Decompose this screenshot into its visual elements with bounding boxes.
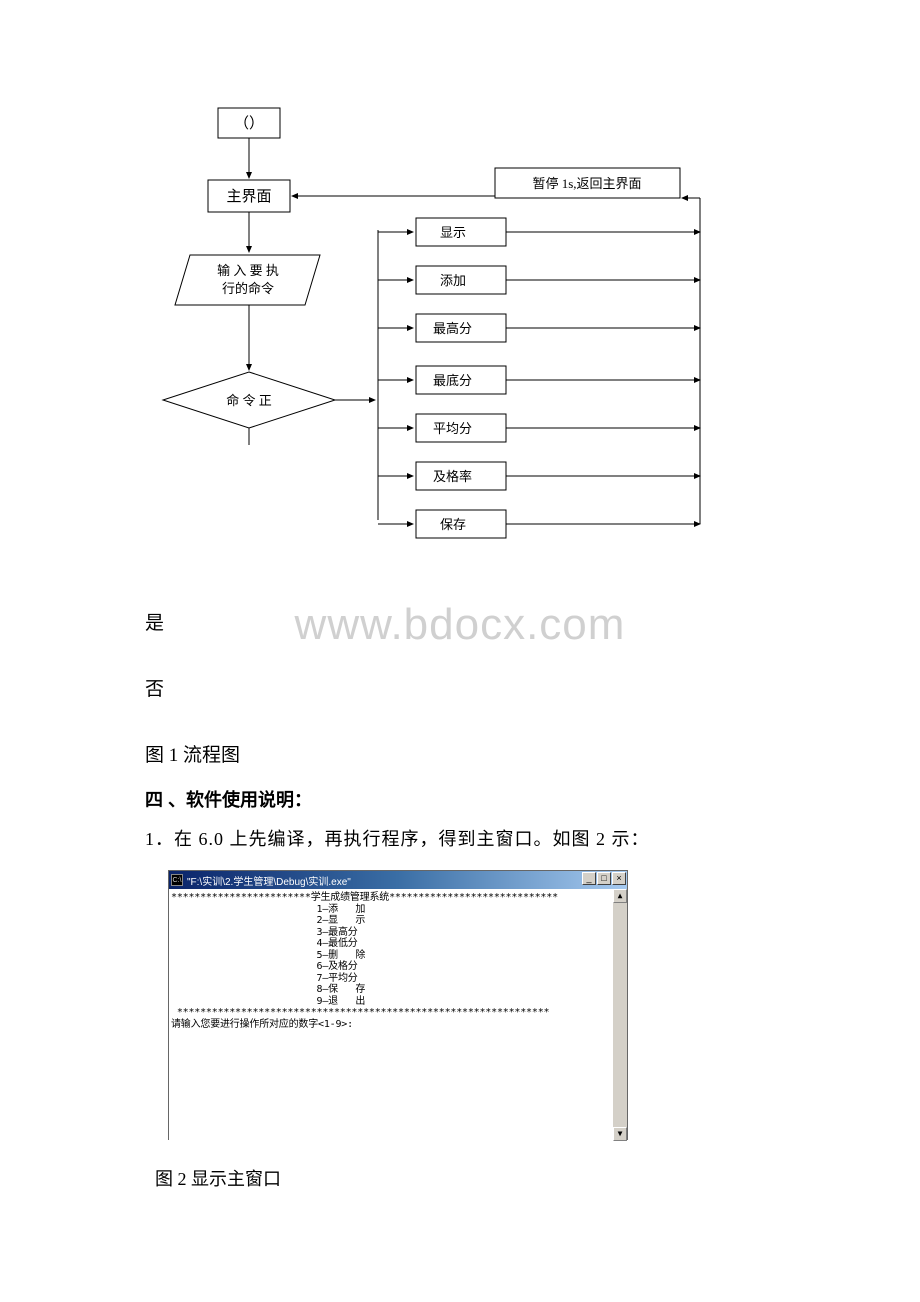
label-yes: 是: [145, 608, 164, 635]
console-menu-5: 6—及格分: [171, 961, 625, 973]
minimize-button[interactable]: _: [582, 872, 596, 885]
console-titlebar: C:\ "F:\实训\2.学生管理\Debug\实训.exe" _ □ ×: [169, 871, 627, 889]
close-button[interactable]: ×: [612, 872, 626, 885]
window-buttons: _ □ ×: [581, 872, 626, 885]
scroll-up-button[interactable]: ▲: [613, 889, 627, 903]
console-menu-7: 8—保 存: [171, 984, 625, 996]
console-prompt: 请输入您要进行操作所对应的数字<1-9>:: [171, 1019, 625, 1031]
flow-action-5: 及格率: [433, 469, 472, 484]
flow-decision: 命 令 正: [226, 393, 272, 408]
console-menu-6: 7—平均分: [171, 973, 625, 985]
flow-action-3: 最底分: [433, 373, 472, 388]
maximize-button[interactable]: □: [597, 872, 611, 885]
console-menu-3: 4—最低分: [171, 938, 625, 950]
console-divider: ****************************************…: [171, 1007, 625, 1019]
flow-action-4: 平均分: [433, 421, 472, 436]
console-menu-1: 2—显 示: [171, 915, 625, 927]
flow-start: （）: [234, 115, 264, 132]
scrollbar-vertical[interactable]: ▲ ▼: [613, 889, 627, 1141]
console-title: "F:\实训\2.学生管理\Debug\实训.exe": [187, 873, 351, 888]
flowchart-diagram: （） 主界面 输 入 要 执 行的命令 命 令 正 暂停 1s,返回主界面 显示: [160, 100, 760, 560]
scroll-track[interactable]: [613, 903, 627, 1127]
flow-input-line1: 输 入 要 执: [217, 263, 279, 278]
console-menu-8: 9—退 出: [171, 996, 625, 1008]
scroll-down-button[interactable]: ▼: [613, 1127, 627, 1141]
console-menu-4: 5—删 除: [171, 950, 625, 962]
flow-input-line2: 行的命令: [222, 281, 274, 296]
caption-figure-2: 图 2 显示主窗口: [155, 1165, 281, 1191]
cmd-icon: C:\: [171, 874, 183, 886]
console-body: ************************学生成绩管理系统********…: [169, 889, 627, 1141]
caption-figure-1: 图 1 流程图: [145, 740, 240, 767]
console-menu-0: 1—添 加: [171, 904, 625, 916]
section-heading: 四 、软件使用说明：: [145, 786, 312, 812]
label-no: 否: [145, 674, 164, 701]
flow-action-6: 保存: [440, 517, 466, 532]
flow-main-ui: 主界面: [226, 188, 271, 205]
flow-action-2: 最高分: [433, 321, 472, 336]
flow-pause: 暂停 1s,返回主界面: [532, 176, 641, 191]
console-menu-2: 3—最高分: [171, 927, 625, 939]
console-window: C:\ "F:\实训\2.学生管理\Debug\实训.exe" _ □ × **…: [168, 870, 628, 1140]
instruction-text: 1．在 6.0 上先编译，再执行程序，得到主窗口。如图 2 示：: [145, 825, 650, 851]
console-header: ************************学生成绩管理系统********…: [171, 892, 625, 904]
flow-action-0: 显示: [440, 225, 466, 240]
watermark-text: www.bdocx.com: [0, 600, 920, 650]
flow-action-1: 添加: [440, 273, 466, 288]
